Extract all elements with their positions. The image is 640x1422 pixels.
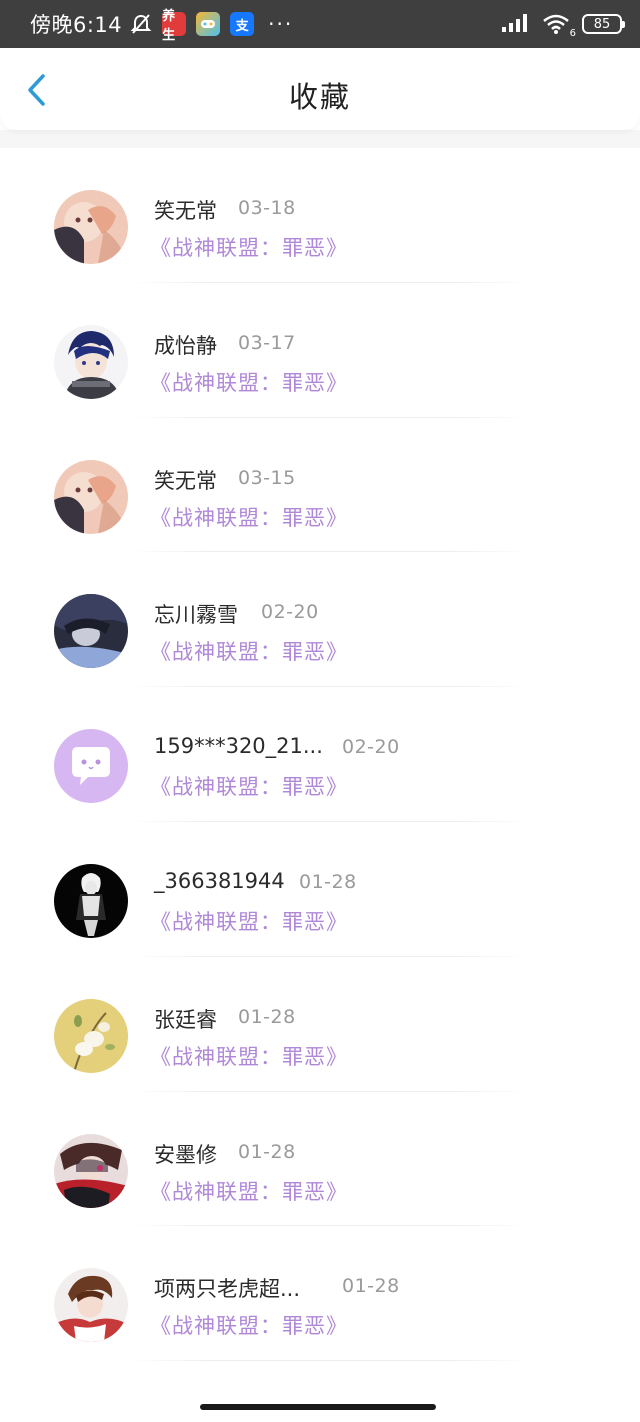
- favorite-date: 02-20: [342, 736, 400, 759]
- user-name: 159***320_21...: [154, 734, 323, 759]
- list-item[interactable]: 159***320_21... 02-20 《战神联盟：罪恶》: [0, 687, 640, 822]
- list-item[interactable]: _366381944 01-28 《战神联盟：罪恶》: [0, 822, 640, 957]
- list-item[interactable]: 笑无常 03-18 《战神联盟：罪恶》: [0, 148, 640, 283]
- network-type: 6: [569, 28, 576, 39]
- status-time: 傍晚6:14: [30, 13, 123, 37]
- avatar[interactable]: [54, 324, 128, 399]
- favorite-date: 01-28: [238, 1140, 296, 1163]
- user-name: _366381944: [154, 868, 285, 893]
- work-title-link[interactable]: 《战神联盟：罪恶》: [150, 232, 348, 262]
- avatar[interactable]: [54, 459, 128, 534]
- header-divider: [0, 130, 640, 148]
- favorite-date: 01-28: [342, 1275, 400, 1298]
- game-center-icon: [196, 12, 221, 36]
- favorites-list: 笑无常 03-18 《战神联盟：罪恶》 成怡静 03-17 《战神联盟：罪恶》: [0, 148, 640, 1362]
- favorite-date: 03-15: [238, 466, 296, 489]
- list-item[interactable]: 安墨修 01-28 《战神联盟：罪恶》: [0, 1092, 640, 1227]
- user-name: 安墨修: [154, 1142, 217, 1167]
- list-item[interactable]: 项两只老虎超... 01-28 《战神联盟：罪恶》: [0, 1226, 640, 1362]
- list-item[interactable]: 成怡静 03-17 《战神联盟：罪恶》: [0, 283, 640, 418]
- work-title-link[interactable]: 《战神联盟：罪恶》: [150, 1176, 348, 1206]
- work-title-link[interactable]: 《战神联盟：罪恶》: [150, 771, 348, 801]
- nav-header: 收藏: [0, 48, 640, 130]
- avatar[interactable]: [54, 594, 128, 669]
- avatar[interactable]: [54, 1268, 128, 1343]
- favorite-date: 01-28: [238, 1005, 296, 1028]
- alipay-icon: 支: [230, 12, 255, 36]
- battery-icon: 85: [582, 14, 625, 34]
- favorite-date: 02-20: [261, 601, 319, 624]
- list-item[interactable]: 笑无常 03-15 《战神联盟：罪恶》: [0, 418, 640, 553]
- work-title-link[interactable]: 《战神联盟：罪恶》: [150, 502, 348, 532]
- list-item[interactable]: 忘川霧雪 02-20 《战神联盟：罪恶》: [0, 552, 640, 688]
- work-title-link[interactable]: 《战神联盟：罪恶》: [150, 1310, 348, 1340]
- user-name: 张廷睿: [154, 1007, 217, 1032]
- user-name: 笑无常: [154, 468, 217, 493]
- list-item[interactable]: 张廷睿 01-28 《战神联盟：罪恶》: [0, 957, 640, 1092]
- divider: [130, 1360, 530, 1362]
- work-title-link[interactable]: 《战神联盟：罪恶》: [150, 906, 348, 936]
- home-indicator[interactable]: [200, 1404, 436, 1410]
- work-title-link[interactable]: 《战神联盟：罪恶》: [150, 367, 348, 397]
- avatar[interactable]: [54, 190, 128, 264]
- avatar-default-chat-icon[interactable]: [54, 729, 128, 804]
- user-name: 项两只老虎超...: [154, 1277, 301, 1302]
- status-app-icons: 养生 支 ···: [130, 9, 294, 43]
- avatar[interactable]: [54, 863, 128, 938]
- page-title: 收藏: [288, 80, 351, 114]
- wifi-icon: 6: [542, 13, 576, 39]
- work-title-link[interactable]: 《战神联盟：罪恶》: [150, 636, 348, 666]
- avatar[interactable]: [54, 998, 128, 1073]
- status-right: 6 85: [502, 12, 625, 39]
- status-bar: 傍晚6:14 养生 支 ··· 6 85: [0, 0, 640, 48]
- user-name: 笑无常: [154, 199, 217, 223]
- favorite-date: 01-28: [299, 870, 357, 893]
- app-red-icon: 养生: [162, 9, 187, 43]
- more-notifications-icon: ···: [268, 12, 294, 36]
- favorite-date: 03-17: [238, 331, 296, 354]
- work-title-link[interactable]: 《战神联盟：罪恶》: [150, 1041, 348, 1071]
- favorite-date: 03-18: [238, 197, 296, 219]
- user-name: 忘川霧雪: [154, 603, 238, 628]
- avatar[interactable]: [54, 1133, 128, 1208]
- user-name: 成怡静: [154, 333, 217, 358]
- signal-icon: [502, 12, 532, 36]
- notification-muted-icon: [130, 13, 152, 35]
